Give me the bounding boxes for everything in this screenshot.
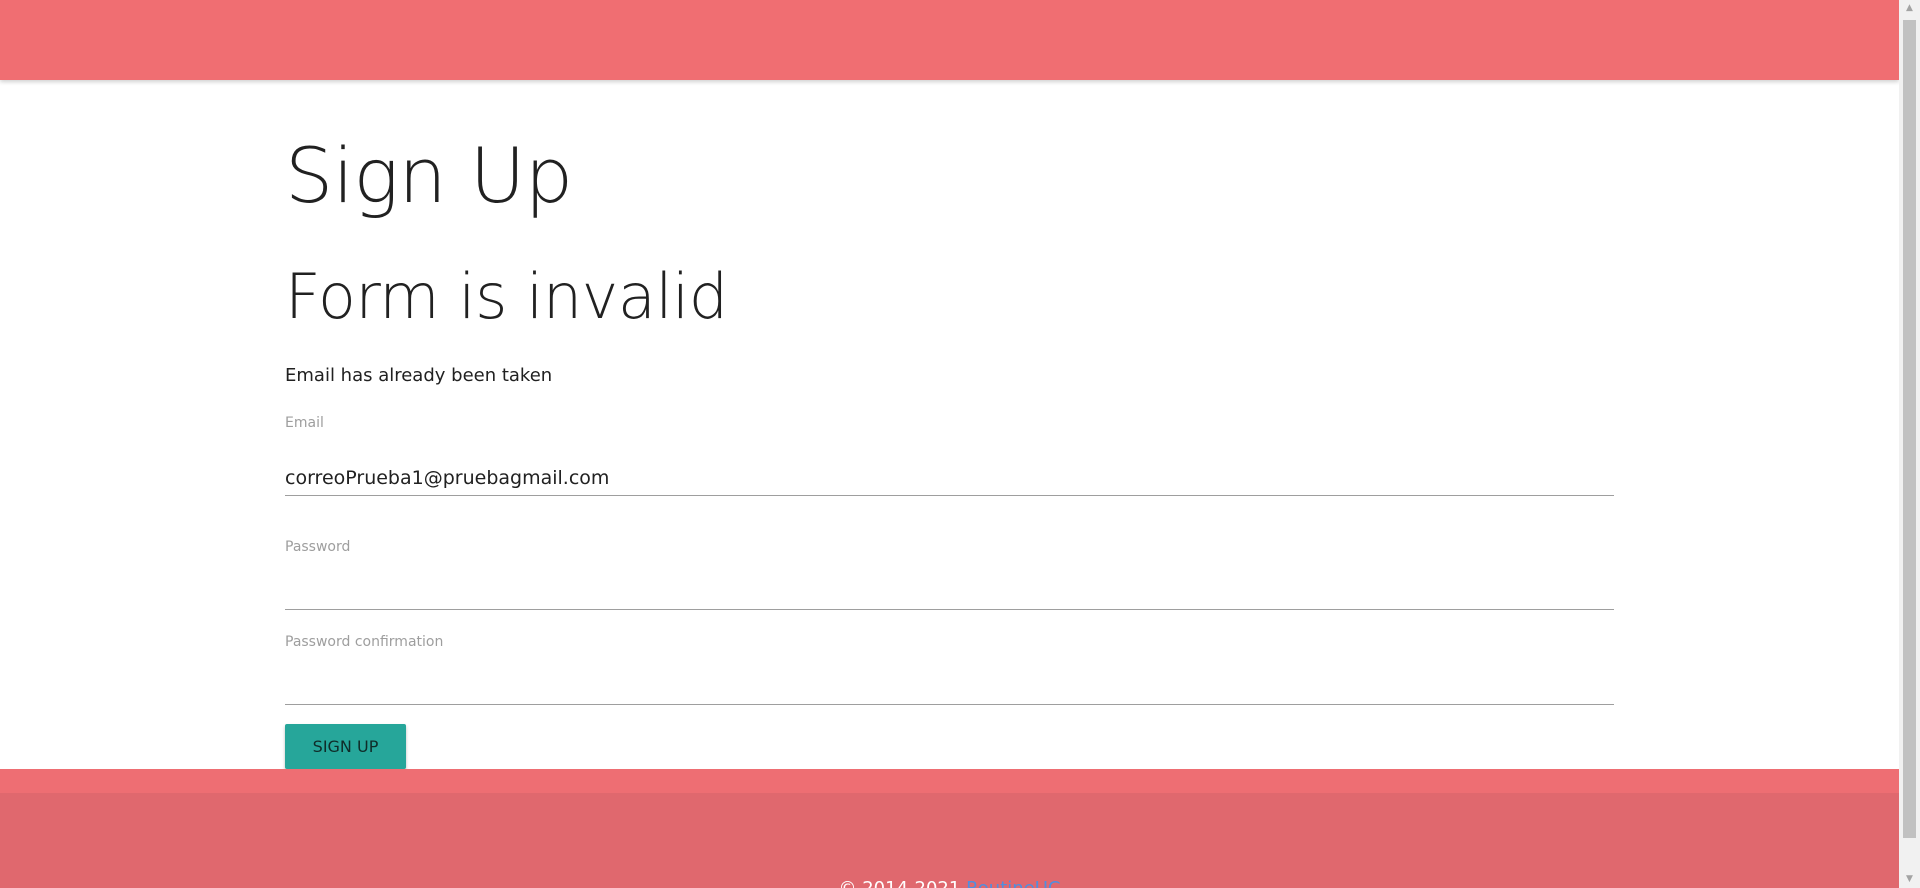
- password-label: Password: [285, 539, 351, 555]
- copyright-text: © 2014-2021: [839, 878, 961, 888]
- page: Sign Up Form is invalid Email has alread…: [0, 0, 1920, 888]
- form-error-title: Form is invalid: [285, 260, 728, 333]
- footer-home-link[interactable]: RoutineUC: [966, 878, 1060, 888]
- password-input[interactable]: [285, 575, 1614, 610]
- email-label: Email: [285, 415, 324, 431]
- email-input[interactable]: [285, 461, 1614, 496]
- arrow-up-icon[interactable]: ▲: [1899, 0, 1920, 17]
- sign-up-button[interactable]: SIGN UP: [285, 724, 406, 769]
- error-message: Email has already been taken: [285, 365, 553, 386]
- password-confirmation-input[interactable]: [285, 670, 1614, 705]
- footer-copyright: © 2014-2021 RoutineUC: [0, 878, 1899, 888]
- scrollbar-thumb[interactable]: [1903, 20, 1916, 838]
- footer-top-band: [0, 769, 1899, 793]
- password-confirmation-label: Password confirmation: [285, 634, 444, 650]
- top-navbar: [0, 0, 1899, 80]
- vertical-scrollbar[interactable]: ▲ ▼: [1899, 0, 1920, 888]
- page-footer: © 2014-2021 RoutineUC: [0, 793, 1899, 888]
- page-title: Sign Up: [285, 131, 573, 220]
- arrow-down-icon[interactable]: ▼: [1899, 871, 1920, 888]
